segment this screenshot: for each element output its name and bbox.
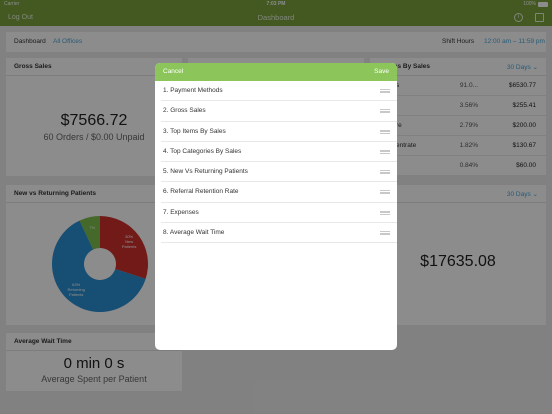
item-label: 5. New Vs Returning Patients	[163, 168, 248, 176]
drag-handle-icon[interactable]	[380, 170, 390, 175]
reorder-list: 1. Payment Methods 2. Gross Sales 3. Top…	[155, 81, 397, 244]
list-item[interactable]: 3. Top Items By Sales	[161, 122, 397, 142]
modal-header: Cancel Save	[155, 63, 397, 81]
item-label: 7. Expenses	[163, 208, 199, 216]
list-item[interactable]: 5. New Vs Returning Patients	[161, 162, 397, 183]
list-item[interactable]: 6. Referral Retention Rate	[161, 182, 397, 203]
item-label: 8. Average Wait Time	[163, 229, 225, 237]
item-label: 3. Top Items By Sales	[163, 127, 226, 135]
drag-handle-icon[interactable]	[380, 231, 390, 236]
item-label: 6. Referral Retention Rate	[163, 188, 239, 196]
item-label: 1. Payment Methods	[163, 87, 223, 94]
drag-handle-icon[interactable]	[380, 109, 390, 114]
list-item[interactable]: 2. Gross Sales	[161, 101, 397, 122]
list-item[interactable]: 4. Top Categories By Sales	[161, 142, 397, 163]
save-button[interactable]: Save	[374, 63, 389, 81]
list-item[interactable]: 1. Payment Methods	[161, 81, 397, 102]
drag-handle-icon[interactable]	[380, 149, 390, 154]
drag-handle-icon[interactable]	[380, 89, 390, 93]
list-item[interactable]: 7. Expenses	[161, 203, 397, 224]
item-label: 2. Gross Sales	[163, 107, 206, 115]
drag-handle-icon[interactable]	[380, 129, 390, 134]
drag-handle-icon[interactable]	[380, 190, 390, 195]
item-label: 4. Top Categories By Sales	[163, 147, 242, 155]
drag-handle-icon[interactable]	[380, 210, 390, 215]
cancel-button[interactable]: Cancel	[163, 63, 183, 81]
list-item[interactable]: 8. Average Wait Time	[161, 223, 397, 244]
reorder-modal: Cancel Save 1. Payment Methods 2. Gross …	[155, 63, 397, 350]
